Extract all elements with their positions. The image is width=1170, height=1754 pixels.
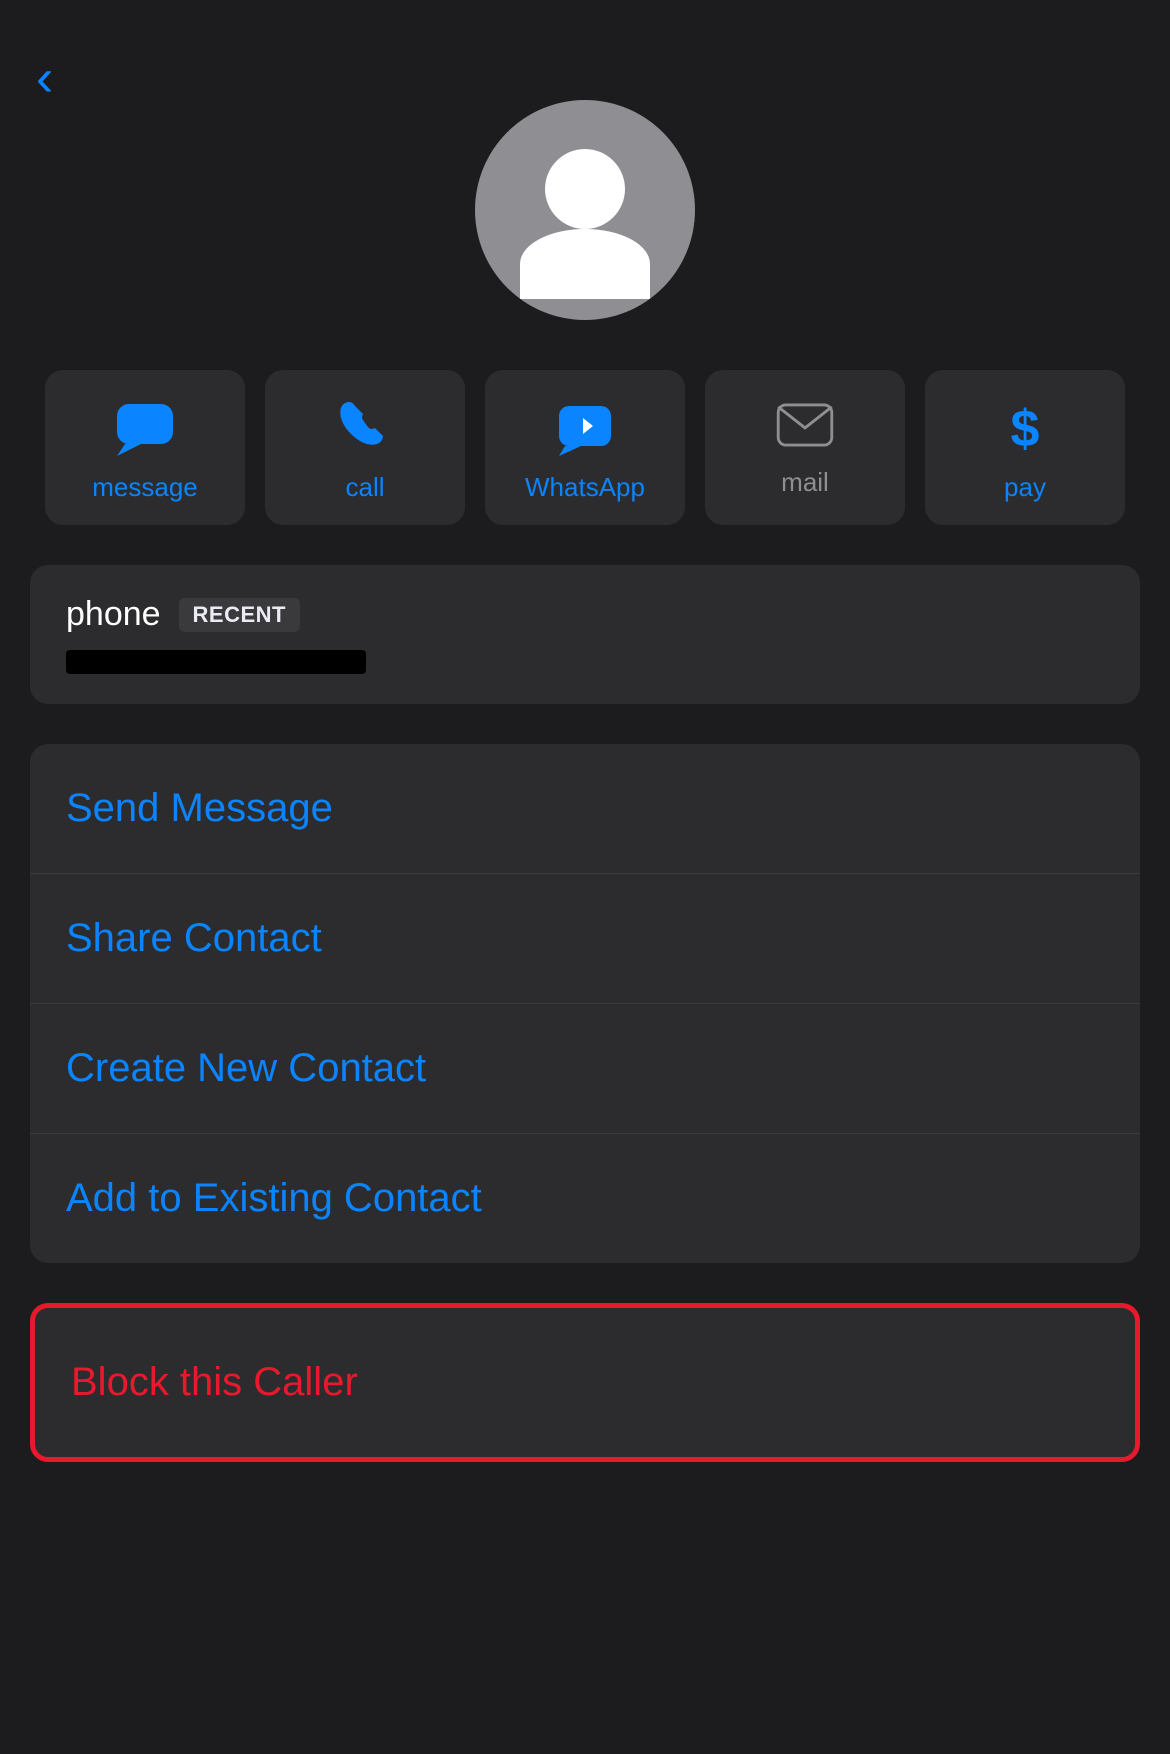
block-caller-button[interactable]: Block this Caller [35, 1308, 1135, 1457]
recent-badge: RECENT [179, 598, 300, 632]
action-list: Send Message Share Contact Create New Co… [30, 744, 1140, 1263]
screen: ‹ message call [0, 0, 1170, 1754]
call-label: call [345, 472, 384, 503]
mail-label: mail [781, 467, 829, 498]
phone-label: phone [66, 595, 161, 634]
whatsapp-icon [555, 398, 615, 458]
block-section: Block this Caller [30, 1303, 1140, 1462]
send-message-item[interactable]: Send Message [30, 744, 1140, 874]
pay-icon: $ [995, 398, 1055, 458]
avatar-head [545, 149, 625, 229]
pay-label: pay [1004, 472, 1046, 503]
call-icon [335, 398, 395, 458]
avatar [475, 100, 695, 320]
whatsapp-label: WhatsApp [525, 472, 645, 503]
message-icon [115, 398, 175, 458]
message-button[interactable]: message [45, 370, 245, 525]
mail-button[interactable]: mail [705, 370, 905, 525]
whatsapp-button[interactable]: WhatsApp [485, 370, 685, 525]
call-button[interactable]: call [265, 370, 465, 525]
create-new-contact-item[interactable]: Create New Contact [30, 1004, 1140, 1134]
avatar-body [520, 229, 650, 299]
avatar-container [475, 100, 695, 320]
add-to-existing-contact-item[interactable]: Add to Existing Contact [30, 1134, 1140, 1263]
svg-text:$: $ [1011, 400, 1040, 458]
avatar-person-shape [520, 149, 650, 299]
back-button[interactable]: ‹ [36, 52, 53, 104]
mail-icon [776, 403, 834, 447]
pay-button[interactable]: $ pay [925, 370, 1125, 525]
phone-number-redacted [66, 650, 366, 674]
phone-header: phone RECENT [66, 595, 1104, 634]
action-buttons-row: message call WhatsApp mail [30, 370, 1140, 525]
message-label: message [92, 472, 198, 503]
share-contact-item[interactable]: Share Contact [30, 874, 1140, 1004]
phone-section: phone RECENT [30, 565, 1140, 704]
